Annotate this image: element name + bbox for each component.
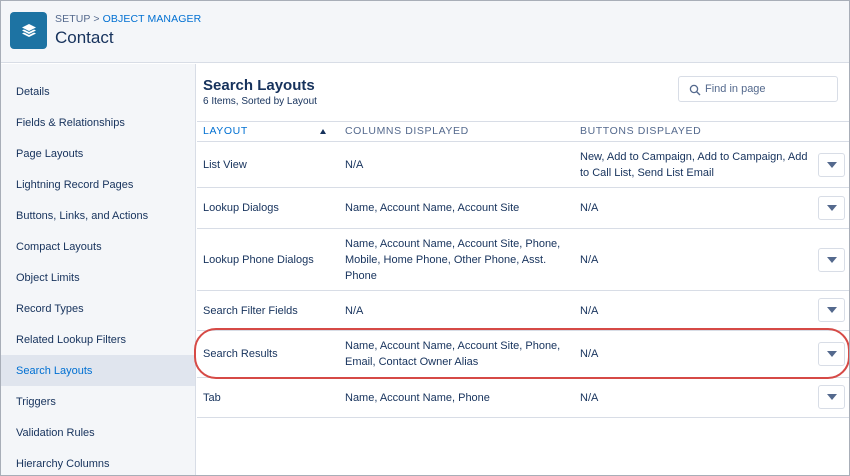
sidebar-item-compact-layouts[interactable]: Compact Layouts <box>1 231 195 262</box>
sidebar-item-search-layouts[interactable]: Search Layouts <box>1 355 195 386</box>
sidebar-item-object-limits[interactable]: Object Limits <box>1 262 195 293</box>
sidebar-item-triggers[interactable]: Triggers <box>1 386 195 417</box>
table-header: LAYOUT COLUMNS DISPLAYED BUTTONS DISPLAY… <box>197 121 849 142</box>
breadcrumb-separator: > <box>93 13 100 25</box>
layout-name-cell[interactable]: List View <box>203 142 339 187</box>
columns-displayed-cell: Name, Account Name, Account Site, Phone,… <box>345 340 561 368</box>
buttons-displayed-cell: New, Add to Campaign, Add to Campaign, A… <box>580 150 808 179</box>
row-actions-button[interactable] <box>818 248 845 272</box>
object-header: SETUP > OBJECT MANAGER Contact <box>1 1 849 63</box>
sidebar-item-details[interactable]: Details <box>1 76 195 107</box>
table-row: Search Filter Fields N/A N/A <box>197 291 849 331</box>
sidebar-item-validation-rules[interactable]: Validation Rules <box>1 417 195 448</box>
find-in-page-input[interactable] <box>705 80 833 98</box>
find-in-page-box <box>678 76 838 102</box>
row-actions-button[interactable] <box>818 153 845 177</box>
layout-name-cell[interactable]: Search Results <box>203 331 339 377</box>
buttons-displayed-cell: N/A <box>580 253 599 266</box>
columns-displayed-cell: Name, Account Name, Account Site <box>345 202 520 214</box>
layers-icon <box>10 12 47 49</box>
chevron-down-icon <box>826 351 837 357</box>
buttons-displayed-cell: N/A <box>580 202 599 214</box>
sidebar-nav: Details Fields & Relationships Page Layo… <box>1 64 196 475</box>
row-actions-button[interactable] <box>818 385 845 409</box>
chevron-down-icon <box>826 162 837 168</box>
breadcrumb: SETUP > OBJECT MANAGER <box>55 13 201 25</box>
buttons-displayed-cell: N/A <box>580 348 599 360</box>
columns-displayed-cell: N/A <box>345 158 364 171</box>
row-actions-button[interactable] <box>818 196 845 220</box>
sidebar-item-page-layouts[interactable]: Page Layouts <box>1 138 195 169</box>
page-title: Contact <box>55 28 114 47</box>
sort-up-icon[interactable] <box>320 129 326 134</box>
columns-displayed-cell: Name, Account Name, Phone <box>345 391 490 404</box>
sidebar-item-record-types[interactable]: Record Types <box>1 293 195 324</box>
section-title: Search Layouts <box>203 77 315 94</box>
row-actions-button[interactable] <box>818 298 845 322</box>
breadcrumb-object-manager-link[interactable]: OBJECT MANAGER <box>103 13 202 25</box>
app-window: SETUP > OBJECT MANAGER Contact Details F… <box>0 0 850 476</box>
table-row: Tab Name, Account Name, Phone N/A <box>197 378 849 418</box>
row-actions-button[interactable] <box>818 342 845 366</box>
breadcrumb-setup: SETUP <box>55 13 91 25</box>
sidebar-item-related-lookup-filters[interactable]: Related Lookup Filters <box>1 324 195 355</box>
chevron-down-icon <box>826 394 837 400</box>
chevron-down-icon <box>826 307 837 313</box>
search-icon <box>689 83 701 101</box>
layout-name-cell[interactable]: Search Filter Fields <box>203 291 339 330</box>
layout-name-cell[interactable]: Tab <box>203 378 339 417</box>
column-header-layout[interactable]: LAYOUT <box>203 125 248 137</box>
table-row: Lookup Dialogs Name, Account Name, Accou… <box>197 188 849 229</box>
column-header-buttons-displayed: BUTTONS DISPLAYED <box>580 125 702 137</box>
table-row: Lookup Phone Dialogs Name, Account Name,… <box>197 229 849 291</box>
sidebar-item-fields-relationships[interactable]: Fields & Relationships <box>1 107 195 138</box>
table-row: List View N/A New, Add to Campaign, Add … <box>197 142 849 188</box>
sidebar-item-lightning-record-pages[interactable]: Lightning Record Pages <box>1 169 195 200</box>
layout-name-cell[interactable]: Lookup Dialogs <box>203 188 339 228</box>
column-header-columns-displayed: COLUMNS DISPLAYED <box>345 125 469 137</box>
sidebar-item-hierarchy-columns[interactable]: Hierarchy Columns <box>1 448 195 475</box>
main-content: Search Layouts 6 Items, Sorted by Layout… <box>197 64 849 475</box>
columns-displayed-cell: N/A <box>345 304 364 317</box>
layout-name-cell[interactable]: Lookup Phone Dialogs <box>203 229 339 290</box>
sidebar-item-buttons-links-actions[interactable]: Buttons, Links, and Actions <box>1 200 195 231</box>
chevron-down-icon <box>826 205 837 211</box>
table-row: Search Results Name, Account Name, Accou… <box>197 331 849 378</box>
columns-displayed-cell: Name, Account Name, Account Site, Phone,… <box>345 237 561 282</box>
buttons-displayed-cell: N/A <box>580 391 599 404</box>
buttons-displayed-cell: N/A <box>580 304 599 317</box>
chevron-down-icon <box>826 257 837 263</box>
section-subtitle: 6 Items, Sorted by Layout <box>203 96 317 107</box>
